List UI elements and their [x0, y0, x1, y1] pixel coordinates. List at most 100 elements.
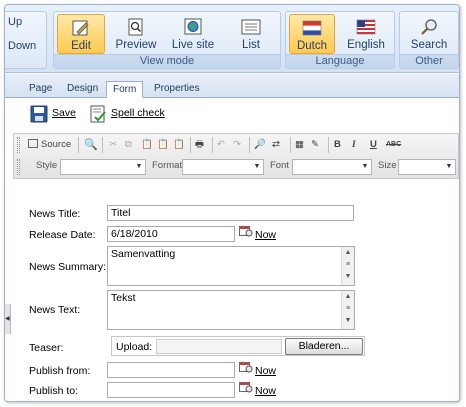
navigation-group: Up Down	[5, 11, 47, 69]
toolbar-grip	[17, 159, 20, 175]
news-summary-label: News Summary:	[29, 261, 107, 273]
language-group: Dutch English Language	[285, 11, 395, 69]
tab-page[interactable]: Page	[23, 81, 58, 98]
news-summary-textarea[interactable]: Samenvatting ▲ ≡ ▼	[107, 246, 355, 286]
publish-from-label: Publish from:	[29, 365, 91, 377]
publish-to-now-link[interactable]: Now	[255, 385, 276, 397]
search-button[interactable]: Search	[402, 14, 456, 54]
size-select[interactable]: ▼	[398, 159, 456, 175]
publish-to-input[interactable]	[107, 382, 235, 398]
style-select[interactable]: ▼	[60, 159, 146, 175]
news-summary-text: Samenvatting	[111, 248, 176, 260]
bold-button[interactable]: B	[334, 137, 341, 153]
view-mode-group: Edit Preview Live site List View mode	[53, 11, 281, 69]
globe-icon	[184, 18, 202, 35]
live-site-button[interactable]: Live site	[166, 14, 220, 54]
font-select[interactable]: ▼	[292, 159, 372, 175]
publish-to-label: Publish to:	[29, 385, 79, 397]
news-title-label: News Title:	[29, 208, 81, 220]
scrollbar[interactable]: ▲ ≡ ▼	[341, 247, 354, 285]
separator	[190, 137, 191, 153]
toolbar-row-1: Source 🔍 ✂ ⧉ 📋 📋 📋 🖶 ↶ ↷ 🔎 ⇄ ▦ ✎ B I U A…	[14, 134, 459, 156]
tab-design[interactable]: Design	[61, 81, 104, 98]
other-label: Other	[400, 54, 458, 68]
news-text-text: Tekst	[111, 292, 136, 304]
style-label: Style	[36, 160, 58, 171]
italic-button[interactable]: I	[352, 137, 356, 153]
edit-button[interactable]: Edit	[57, 14, 105, 54]
news-text-textarea[interactable]: Tekst ▲ ≡ ▼	[107, 290, 355, 330]
news-text-label: News Text:	[29, 304, 81, 316]
preview-button[interactable]: Preview	[111, 14, 161, 54]
scrollbar[interactable]: ▲ ≡ ▼	[341, 291, 354, 329]
news-title-input[interactable]: Titel	[107, 205, 354, 221]
paste-word-icon[interactable]: 📋	[173, 137, 185, 153]
remove-format-icon[interactable]: ✎	[311, 137, 319, 153]
calendar-icon[interactable]	[239, 225, 253, 237]
paste-icon[interactable]: 📋	[141, 137, 153, 153]
redo-icon[interactable]: ↷	[233, 137, 241, 153]
release-date-input[interactable]: 6/18/2010	[107, 226, 235, 242]
tab-form[interactable]: Form	[106, 81, 144, 98]
format-select[interactable]: ▼	[182, 159, 264, 175]
browse-button[interactable]: Bladeren...	[285, 338, 363, 355]
side-collapse-handle[interactable]: ◀	[5, 304, 11, 334]
paste-text-icon[interactable]: 📋	[157, 137, 169, 153]
print-icon[interactable]: 🖶	[195, 137, 204, 153]
publish-from-input[interactable]	[107, 362, 235, 378]
tab-properties[interactable]: Properties	[148, 81, 206, 98]
source-button[interactable]: Source	[28, 137, 71, 153]
separator	[328, 137, 329, 153]
english-button[interactable]: English	[340, 14, 392, 54]
upload-file-field[interactable]	[156, 339, 282, 354]
separator	[290, 137, 291, 153]
floppy-disk-icon[interactable]	[30, 105, 48, 123]
separator	[102, 137, 103, 153]
source-icon	[28, 139, 38, 148]
separator	[212, 137, 213, 153]
editor-toolbar: Source 🔍 ✂ ⧉ 📋 📋 📋 🖶 ↶ ↷ 🔎 ⇄ ▦ ✎ B I U A…	[13, 133, 459, 179]
strikethrough-button[interactable]: ABC	[386, 137, 401, 153]
preview-doc-icon[interactable]: 🔍	[84, 137, 98, 153]
down-button[interactable]: Down	[8, 40, 36, 52]
copy-icon[interactable]: ⧉	[125, 137, 132, 153]
dutch-button[interactable]: Dutch	[289, 14, 335, 54]
ribbon: Up Down Edit Preview Live site List View…	[5, 5, 459, 73]
magnifier-page-icon	[128, 18, 143, 36]
select-all-icon[interactable]: ▦	[295, 137, 304, 153]
us-flag-icon	[356, 19, 376, 35]
font-label: Font	[270, 160, 290, 171]
save-button[interactable]: Save	[52, 107, 76, 119]
cut-icon[interactable]: ✂	[109, 137, 117, 153]
replace-icon[interactable]: ⇄	[272, 137, 280, 153]
separator	[78, 137, 79, 153]
list-button[interactable]: List	[226, 14, 276, 54]
save-toolbar: Save Spell check	[5, 99, 459, 133]
language-label: Language	[286, 54, 394, 68]
format-label: Format	[152, 160, 183, 171]
undo-icon[interactable]: ↶	[217, 137, 225, 153]
size-label: Size	[378, 160, 397, 171]
release-date-label: Release Date:	[29, 229, 96, 241]
news-form: News Title: Titel Release Date: 6/18/201…	[5, 184, 459, 401]
publish-from-now-link[interactable]: Now	[255, 365, 276, 377]
teaser-upload: Upload: Bladeren...	[111, 336, 365, 356]
other-group: Search Other	[399, 11, 459, 69]
release-date-now-link[interactable]: Now	[255, 229, 276, 241]
dutch-flag-icon	[302, 20, 322, 36]
toolbar-grip	[17, 137, 20, 153]
underline-button[interactable]: U	[370, 137, 377, 153]
search-icon	[421, 19, 437, 35]
spell-check-icon[interactable]	[89, 105, 107, 123]
up-button[interactable]: Up	[8, 16, 22, 28]
teaser-label: Teaser:	[29, 342, 64, 354]
chevron-down-icon: ▼	[253, 163, 261, 170]
chevron-down-icon: ▼	[445, 163, 453, 170]
view-mode-label: View mode	[54, 54, 280, 68]
upload-label: Upload:	[116, 341, 153, 353]
calendar-icon[interactable]	[239, 361, 253, 373]
calendar-icon[interactable]	[239, 381, 253, 393]
find-icon[interactable]: 🔎	[254, 137, 266, 153]
separator	[249, 137, 250, 153]
spell-check-button[interactable]: Spell check	[111, 107, 165, 119]
